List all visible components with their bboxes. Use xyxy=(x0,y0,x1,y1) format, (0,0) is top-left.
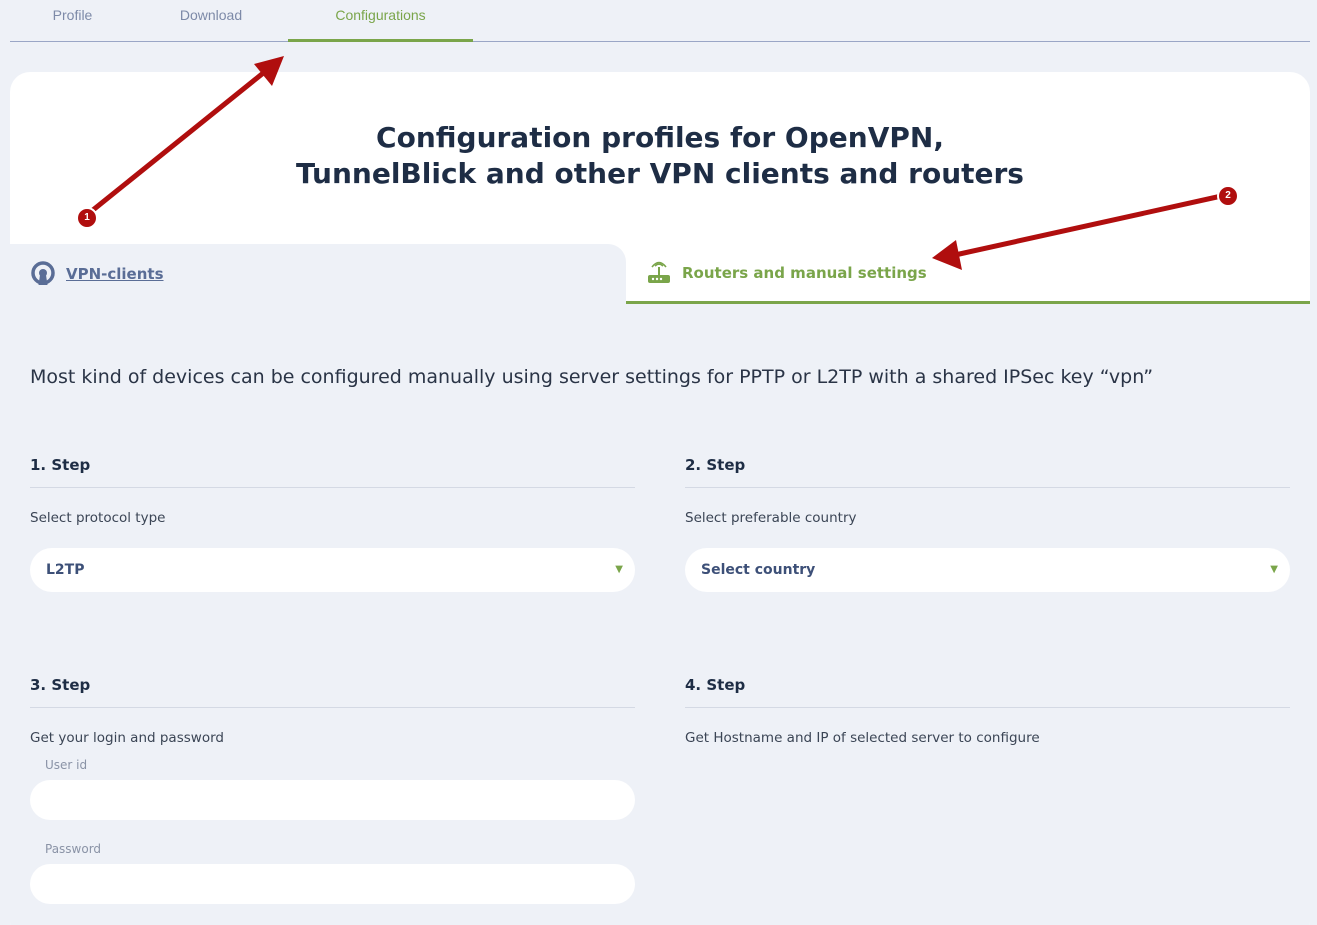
step-1: 1. Step Select protocol type L2TP ▼ xyxy=(30,456,635,592)
page-title: Configuration profiles for OpenVPN, Tunn… xyxy=(10,120,1310,192)
step-3-desc: Get your login and password xyxy=(30,730,224,746)
step-3: 3. Step Get your login and password User… xyxy=(30,676,635,904)
country-select[interactable]: Select country ▼ xyxy=(685,548,1290,592)
password-label: Password xyxy=(45,842,102,856)
step-2: 2. Step Select preferable country Select… xyxy=(685,456,1290,592)
password-field[interactable] xyxy=(30,864,635,904)
tab-download[interactable]: Download xyxy=(135,0,287,42)
tab-profile[interactable]: Profile xyxy=(10,0,135,42)
tab-routers-label: Routers and manual settings xyxy=(682,263,927,282)
user-id-field[interactable] xyxy=(30,780,635,820)
annotation-badge-1: 1 xyxy=(76,207,98,229)
user-id-label: User id xyxy=(45,758,88,772)
country-select-value: Select country xyxy=(701,562,816,578)
configurations-card: Configuration profiles for OpenVPN, Tunn… xyxy=(10,72,1310,925)
tab-vpn-clients[interactable]: VPN-clients xyxy=(10,244,626,304)
annotation-badge-2: 2 xyxy=(1217,185,1239,207)
intro-text: Most kind of devices can be configured m… xyxy=(30,366,1154,388)
step-4-desc: Get Hostname and IP of selected server t… xyxy=(685,730,1040,746)
router-icon xyxy=(648,261,670,283)
chevron-down-icon: ▼ xyxy=(1270,564,1278,575)
chevron-down-icon: ▼ xyxy=(615,564,623,575)
step-3-heading: 3. Step xyxy=(30,676,635,708)
page-title-line1: Configuration profiles for OpenVPN, xyxy=(376,121,944,154)
protocol-select-value: L2TP xyxy=(46,562,85,578)
step-4-heading: 4. Step xyxy=(685,676,1290,708)
tab-vpn-clients-label[interactable]: VPN-clients xyxy=(66,265,164,283)
step-1-desc: Select protocol type xyxy=(30,510,166,526)
openvpn-icon xyxy=(31,261,55,285)
tab-configurations[interactable]: Configurations xyxy=(288,0,473,42)
protocol-select[interactable]: L2TP ▼ xyxy=(30,548,635,592)
top-nav: Profile Download Configurations xyxy=(10,0,1310,42)
step-2-desc: Select preferable country xyxy=(685,510,857,526)
routers-panel: Most kind of devices can be configured m… xyxy=(10,304,1310,925)
step-1-heading: 1. Step xyxy=(30,456,635,488)
tab-routers-manual[interactable]: Routers and manual settings xyxy=(626,244,1310,304)
step-4: 4. Step Get Hostname and IP of selected … xyxy=(685,676,1290,746)
page-title-line2: TunnelBlick and other VPN clients and ro… xyxy=(296,157,1024,190)
step-2-heading: 2. Step xyxy=(685,456,1290,488)
